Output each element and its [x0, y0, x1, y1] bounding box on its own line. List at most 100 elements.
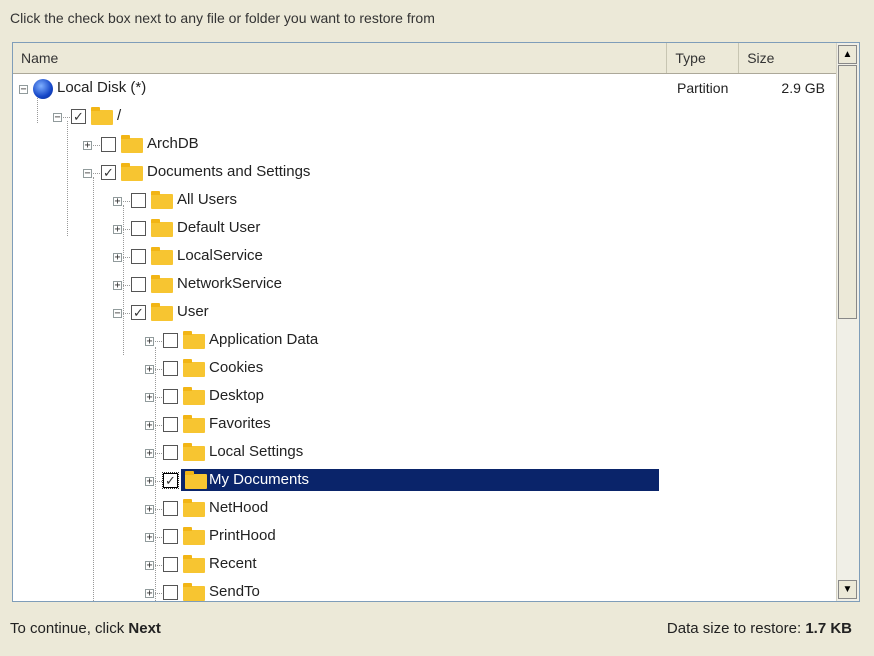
expand-icon[interactable]: +: [145, 337, 154, 347]
tree-label[interactable]: Desktop: [205, 385, 268, 407]
tree-connector: [123, 229, 130, 230]
scroll-down-icon[interactable]: ▼: [838, 580, 857, 599]
data-size-summary: Data size to restore: 1.7 KB: [667, 620, 852, 637]
column-size[interactable]: Size: [739, 43, 837, 73]
tree-label[interactable]: /: [113, 105, 125, 127]
checkbox-checked[interactable]: ✓: [71, 109, 86, 124]
expand-icon[interactable]: +: [145, 421, 154, 431]
tree-row[interactable]: − ✓ Documents and Settings: [13, 161, 837, 189]
tree-label[interactable]: LocalService: [173, 245, 267, 267]
tree-label[interactable]: Documents and Settings: [143, 161, 314, 183]
collapse-icon[interactable]: −: [19, 85, 28, 95]
tree-row[interactable]: + ArchDB: [13, 133, 837, 161]
tree-label[interactable]: NetworkService: [173, 273, 286, 295]
tree-connector: [155, 509, 162, 510]
tree-connector: [63, 117, 70, 118]
tree-row[interactable]: + NetHood: [13, 497, 837, 525]
expand-icon[interactable]: +: [83, 141, 92, 151]
tree-connector: [155, 453, 162, 454]
column-type[interactable]: Type: [667, 43, 740, 73]
tree-row[interactable]: + LocalService: [13, 245, 837, 273]
expand-icon[interactable]: +: [145, 393, 154, 403]
tree-connector: [93, 173, 100, 174]
tree-row[interactable]: + Default User: [13, 217, 837, 245]
checkbox[interactable]: [163, 585, 178, 600]
checkbox-checked[interactable]: ✓: [162, 472, 179, 489]
tree-label[interactable]: Default User: [173, 217, 264, 239]
expand-icon[interactable]: +: [145, 505, 154, 515]
tree-row[interactable]: − ✓ /: [13, 105, 837, 133]
tree-row[interactable]: + PrintHood: [13, 525, 837, 553]
tree-label[interactable]: NetHood: [205, 497, 272, 519]
tree-label[interactable]: ArchDB: [143, 133, 203, 155]
checkbox[interactable]: [131, 249, 146, 264]
data-size-value: 1.7 KB: [805, 620, 852, 637]
tree-row[interactable]: + Application Data: [13, 329, 837, 357]
tree-connector: [93, 145, 100, 146]
tree-label[interactable]: Recent: [205, 553, 261, 575]
type-cell: Partition: [677, 80, 729, 96]
tree-label[interactable]: All Users: [173, 189, 241, 211]
disk-icon: [33, 79, 53, 99]
checkbox[interactable]: [163, 529, 178, 544]
tree-row[interactable]: + Desktop: [13, 385, 837, 413]
expand-icon[interactable]: +: [145, 589, 154, 599]
checkbox[interactable]: [163, 389, 178, 404]
tree-row[interactable]: + All Users: [13, 189, 837, 217]
folder-icon: [183, 583, 205, 601]
vertical-scrollbar[interactable]: ▲ ▼: [836, 43, 859, 601]
tree-connector: [155, 593, 162, 594]
tree-row[interactable]: + NetworkService: [13, 273, 837, 301]
checkbox[interactable]: [131, 221, 146, 236]
expand-icon[interactable]: +: [145, 477, 154, 487]
tree-connector: [155, 341, 162, 342]
collapse-icon[interactable]: −: [53, 113, 62, 123]
column-name[interactable]: Name: [13, 43, 668, 73]
expand-icon[interactable]: +: [145, 561, 154, 571]
folder-icon: [183, 555, 205, 573]
checkbox[interactable]: [163, 557, 178, 572]
tree-label[interactable]: Local Settings: [205, 441, 307, 463]
checkbox-checked[interactable]: ✓: [101, 165, 116, 180]
expand-icon[interactable]: +: [113, 253, 122, 263]
checkbox[interactable]: [131, 277, 146, 292]
expand-icon[interactable]: +: [113, 197, 122, 207]
folder-icon: [183, 527, 205, 545]
folder-icon: [151, 247, 173, 265]
expand-icon[interactable]: +: [145, 533, 154, 543]
checkbox[interactable]: [163, 417, 178, 432]
tree-row[interactable]: + Local Settings: [13, 441, 837, 469]
tree-row[interactable]: + Cookies: [13, 357, 837, 385]
checkbox[interactable]: [101, 137, 116, 152]
expand-icon[interactable]: +: [145, 365, 154, 375]
tree-label[interactable]: Local Disk (*): [53, 77, 150, 99]
tree-label[interactable]: Cookies: [205, 357, 267, 379]
checkbox-checked[interactable]: ✓: [131, 305, 146, 320]
tree-label[interactable]: Favorites: [205, 413, 275, 435]
scroll-up-icon[interactable]: ▲: [838, 45, 857, 64]
checkbox[interactable]: [163, 501, 178, 516]
checkbox[interactable]: [163, 333, 178, 348]
tree-label[interactable]: PrintHood: [205, 525, 280, 547]
checkbox[interactable]: [163, 445, 178, 460]
tree-row-local-disk[interactable]: − Local Disk (*) Partition 2.9 GB: [13, 77, 837, 105]
tree-label[interactable]: Application Data: [205, 329, 322, 351]
expand-icon[interactable]: +: [113, 225, 122, 235]
tree-label-selected[interactable]: My Documents: [181, 469, 659, 491]
folder-icon: [185, 471, 207, 489]
tree-label[interactable]: User: [173, 301, 213, 323]
expand-icon[interactable]: +: [113, 281, 122, 291]
collapse-icon[interactable]: −: [113, 309, 122, 319]
continue-prefix: To continue, click: [10, 620, 129, 637]
tree-row[interactable]: − ✓ User: [13, 301, 837, 329]
expand-icon[interactable]: +: [145, 449, 154, 459]
collapse-icon[interactable]: −: [83, 169, 92, 179]
tree-row[interactable]: + Recent: [13, 553, 837, 581]
scroll-thumb[interactable]: [838, 65, 857, 319]
tree-row-selected[interactable]: + ✓ My Documents: [13, 469, 837, 497]
tree-row[interactable]: + Favorites: [13, 413, 837, 441]
tree-label[interactable]: SendTo: [205, 581, 264, 601]
checkbox[interactable]: [131, 193, 146, 208]
checkbox[interactable]: [163, 361, 178, 376]
tree-row[interactable]: + SendTo: [13, 581, 837, 601]
